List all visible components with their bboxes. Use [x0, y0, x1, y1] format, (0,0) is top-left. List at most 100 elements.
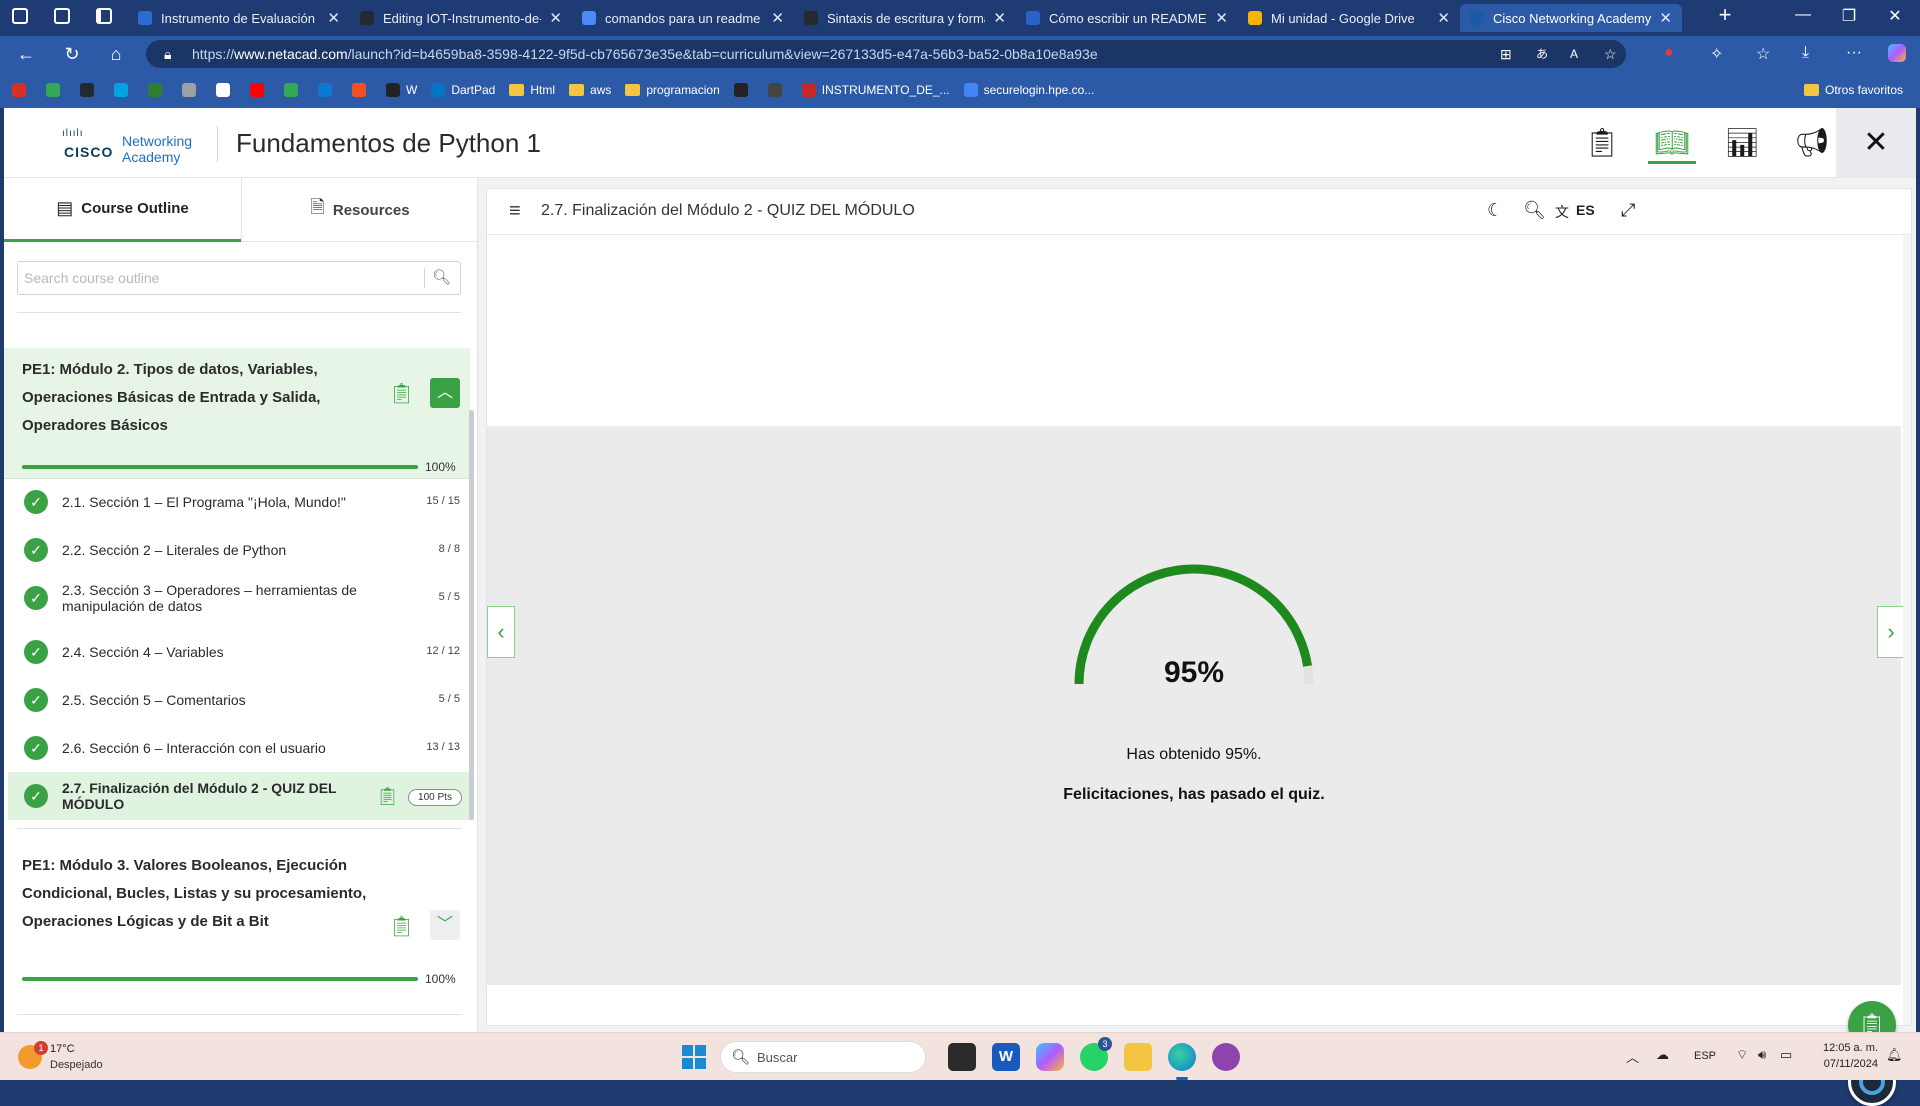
- lesson-item[interactable]: ✓ 2.1. Sección 1 – El Programa "¡Hola, Mu…: [8, 478, 474, 526]
- sidebar-scrollbar[interactable]: [469, 410, 474, 820]
- tab-close-icon[interactable]: ✕: [549, 9, 562, 27]
- bookmark-item[interactable]: [182, 83, 202, 97]
- battery-icon[interactable]: ▭: [1780, 1047, 1792, 1063]
- next-page-button[interactable]: ›: [1877, 606, 1905, 658]
- system-clock[interactable]: 12:05 a. m. 07/11/2024: [1818, 1040, 1878, 1072]
- collapse-module-button[interactable]: ︿: [430, 378, 460, 408]
- browser-tab[interactable]: Instrumento de Evaluación Uni ✕: [128, 4, 350, 32]
- browser-tab[interactable]: comandos para un readme en ✕: [572, 4, 794, 32]
- tab-close-icon[interactable]: ✕: [771, 9, 784, 27]
- language-selector[interactable]: ES: [1576, 202, 1595, 218]
- bookmark-item[interactable]: [12, 83, 32, 97]
- favorite-star-icon[interactable]: ☆: [1604, 40, 1617, 68]
- address-bar[interactable]: 🔒︎ https://www.netacad.com/launch?id=b46…: [146, 40, 1626, 68]
- bookmark-item[interactable]: INSTRUMENTO_DE_...: [801, 83, 950, 97]
- read-aloud-icon[interactable]: A: [1570, 40, 1578, 68]
- tab-actions-icon[interactable]: [54, 8, 70, 24]
- bookmark-item[interactable]: [352, 83, 372, 97]
- cisco-networking-academy-logo[interactable]: ılıılı CISCO Networking Academy: [62, 126, 212, 166]
- tab-course-outline[interactable]: ▤ Course Outline: [4, 178, 241, 242]
- back-icon[interactable]: ←: [14, 44, 38, 65]
- bookmark-item[interactable]: [733, 83, 754, 97]
- volume-icon[interactable]: 🔊︎: [1758, 1047, 1766, 1063]
- clipboard-icon[interactable]: 📋︎: [389, 914, 414, 938]
- bookmark-item[interactable]: DartPad: [431, 83, 495, 97]
- browser-tab[interactable]: Sintaxis de escritura y formato ✕: [794, 4, 1016, 32]
- clipboard-icon[interactable]: 📋︎: [376, 786, 399, 807]
- restore-button[interactable]: ❐: [1826, 6, 1872, 26]
- wifi-icon[interactable]: ⌔: [1736, 1047, 1748, 1063]
- clipboard-icon[interactable]: 📋︎: [389, 381, 414, 405]
- favorites-icon[interactable]: ☆: [1756, 44, 1770, 64]
- bookmark-item[interactable]: [250, 83, 270, 97]
- toggle-outline-icon[interactable]: ≡: [509, 200, 521, 223]
- tab-resources[interactable]: 🗎︎ Resources: [241, 178, 477, 242]
- browser-tab[interactable]: Editing IOT-Instrumento-de-Ev ✕: [350, 4, 572, 32]
- browser-tab[interactable]: Cisco Networking Academy ✕: [1460, 4, 1682, 32]
- extension-icon[interactable]: ●: [1664, 44, 1674, 62]
- bookmark-item[interactable]: [148, 83, 168, 97]
- module-2-header[interactable]: PE1: Módulo 2. Tipos de datos, Variables…: [4, 348, 470, 478]
- fullscreen-expand-icon[interactable]: ⤢: [1621, 200, 1635, 221]
- search-icon[interactable]: 🔍︎: [432, 268, 451, 286]
- tab-close-icon[interactable]: ✕: [1659, 9, 1672, 27]
- start-windows-icon[interactable]: [682, 1045, 706, 1069]
- search-icon[interactable]: 🔍︎: [1523, 200, 1546, 221]
- window-close-button[interactable]: ✕: [1872, 6, 1918, 26]
- word-icon[interactable]: W: [992, 1043, 1020, 1071]
- copilot-app-icon[interactable]: [1036, 1043, 1064, 1071]
- bookmark-item[interactable]: [80, 83, 100, 97]
- bookmark-item[interactable]: [318, 83, 338, 97]
- edge-icon[interactable]: [1168, 1043, 1196, 1080]
- module-3-header[interactable]: PE1: Módulo 3. Valores Booleanos, Ejecuc…: [4, 844, 470, 994]
- bookmark-item[interactable]: W: [386, 83, 417, 97]
- keyboard-language[interactable]: ESP: [1694, 1050, 1716, 1062]
- notifications-icon[interactable]: 🔔︎: [1886, 1047, 1903, 1063]
- browser-tab[interactable]: Cómo escribir un README inc ✕: [1016, 4, 1238, 32]
- home-icon[interactable]: ⌂: [104, 44, 128, 65]
- bookmark-item[interactable]: [46, 83, 66, 97]
- workspaces-icon[interactable]: [12, 8, 28, 24]
- expand-module-button[interactable]: ﹀: [430, 910, 460, 940]
- gradebook-icon[interactable]: 📋︎: [1578, 122, 1626, 164]
- whatsapp-icon[interactable]: 3: [1080, 1037, 1112, 1071]
- dark-mode-moon-icon[interactable]: ☾: [1487, 200, 1503, 221]
- close-course-button[interactable]: ✕: [1836, 108, 1916, 178]
- lesson-item[interactable]: ✓ 2.3. Sección 3 – Operadores – herramien…: [8, 574, 474, 622]
- announcements-megaphone-icon[interactable]: 📢︎: [1788, 122, 1836, 164]
- weather-widget[interactable]: 1 17°C Despejado: [18, 1041, 178, 1075]
- split-screen-icon[interactable]: ⊞: [1500, 40, 1512, 68]
- bookmark-item[interactable]: Html: [509, 83, 555, 97]
- search-input[interactable]: [18, 262, 408, 294]
- lesson-item[interactable]: ✓ 2.5. Sección 5 – Comentarios 5 / 5: [8, 676, 474, 724]
- bookmark-item[interactable]: securelogin.hpe.co...: [963, 83, 1094, 97]
- tab-close-icon[interactable]: ✕: [1215, 9, 1228, 27]
- tab-close-icon[interactable]: ✕: [327, 9, 340, 27]
- file-explorer-dark-icon[interactable]: [948, 1043, 976, 1071]
- translate-icon[interactable]: 文: [1555, 202, 1569, 222]
- bookmark-item[interactable]: programacion: [625, 83, 720, 97]
- refresh-icon[interactable]: ↻: [60, 44, 84, 65]
- extensions-puzzle-icon[interactable]: ✧: [1710, 44, 1723, 64]
- content-scrollbar[interactable]: [1903, 235, 1911, 1025]
- show-hidden-icons[interactable]: ︿: [1626, 1047, 1639, 1066]
- more-menu-icon[interactable]: ···: [1846, 44, 1862, 62]
- onedrive-icon[interactable]: ☁: [1656, 1047, 1669, 1063]
- lesson-item[interactable]: ✓ 2.7. Finalización del Módulo 2 - QUIZ D…: [8, 772, 474, 820]
- new-tab-button[interactable]: +: [1702, 2, 1748, 28]
- downloads-icon[interactable]: ⤓: [1802, 44, 1809, 62]
- bookmark-item[interactable]: [114, 83, 134, 97]
- bookmark-item[interactable]: aws: [569, 83, 611, 97]
- lesson-item[interactable]: ✓ 2.2. Sección 2 – Literales de Python 8 /…: [8, 526, 474, 574]
- progress-chart-icon[interactable]: 📊︎: [1718, 122, 1766, 164]
- minimize-button[interactable]: —: [1780, 6, 1826, 24]
- bookmark-item[interactable]: [767, 83, 788, 97]
- github-desktop-icon[interactable]: [1212, 1043, 1240, 1071]
- tab-close-icon[interactable]: ✕: [993, 9, 1006, 27]
- tab-close-icon[interactable]: ✕: [1437, 9, 1450, 27]
- file-explorer-icon[interactable]: [1124, 1043, 1152, 1071]
- vertical-tabs-icon[interactable]: [96, 8, 112, 24]
- previous-page-button[interactable]: ‹: [487, 606, 515, 658]
- copilot-icon[interactable]: [1888, 44, 1906, 62]
- bookmark-item[interactable]: [216, 83, 236, 97]
